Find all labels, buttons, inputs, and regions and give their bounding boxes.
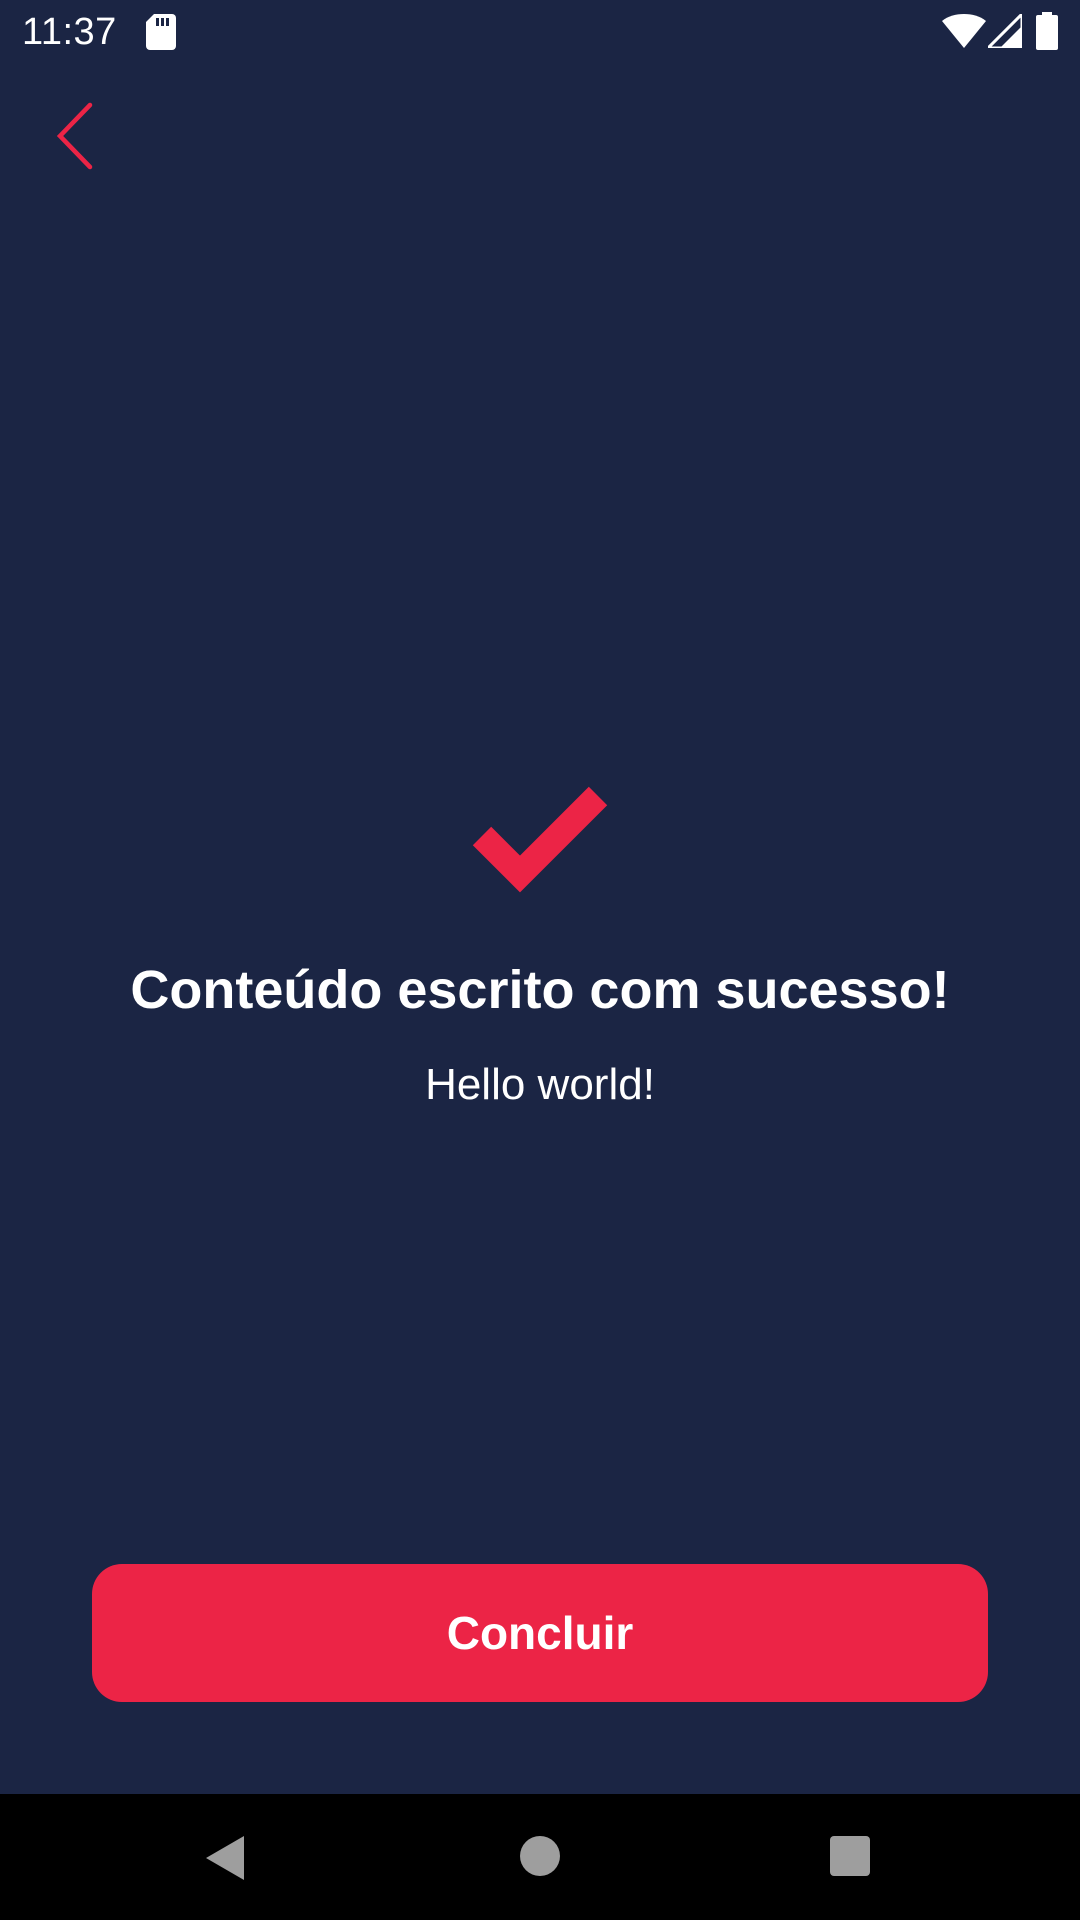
status-time: 11:37: [22, 11, 117, 53]
success-title: Conteúdo escrito com sucesso!: [130, 960, 950, 1020]
chevron-left-icon: [56, 102, 93, 170]
success-screen: 11:37 Conteúdo escrito com sucesso! Hell…: [0, 0, 1080, 1920]
navigation-bar: [0, 1794, 1080, 1920]
conclude-button[interactable]: Concluir: [92, 1564, 988, 1702]
recents-square-icon[interactable]: [830, 1836, 870, 1876]
back-button[interactable]: [40, 92, 112, 180]
checkmark-icon: [472, 786, 608, 893]
status-bar: 11:37: [0, 0, 1080, 64]
sd-card-icon: [146, 14, 176, 50]
home-circle-icon[interactable]: [520, 1836, 560, 1876]
battery-icon: [1036, 12, 1058, 50]
cell-signal-icon: [988, 14, 1022, 48]
back-triangle-icon[interactable]: [204, 1834, 248, 1882]
wifi-icon: [942, 14, 986, 48]
success-message: Hello world!: [425, 1060, 655, 1109]
